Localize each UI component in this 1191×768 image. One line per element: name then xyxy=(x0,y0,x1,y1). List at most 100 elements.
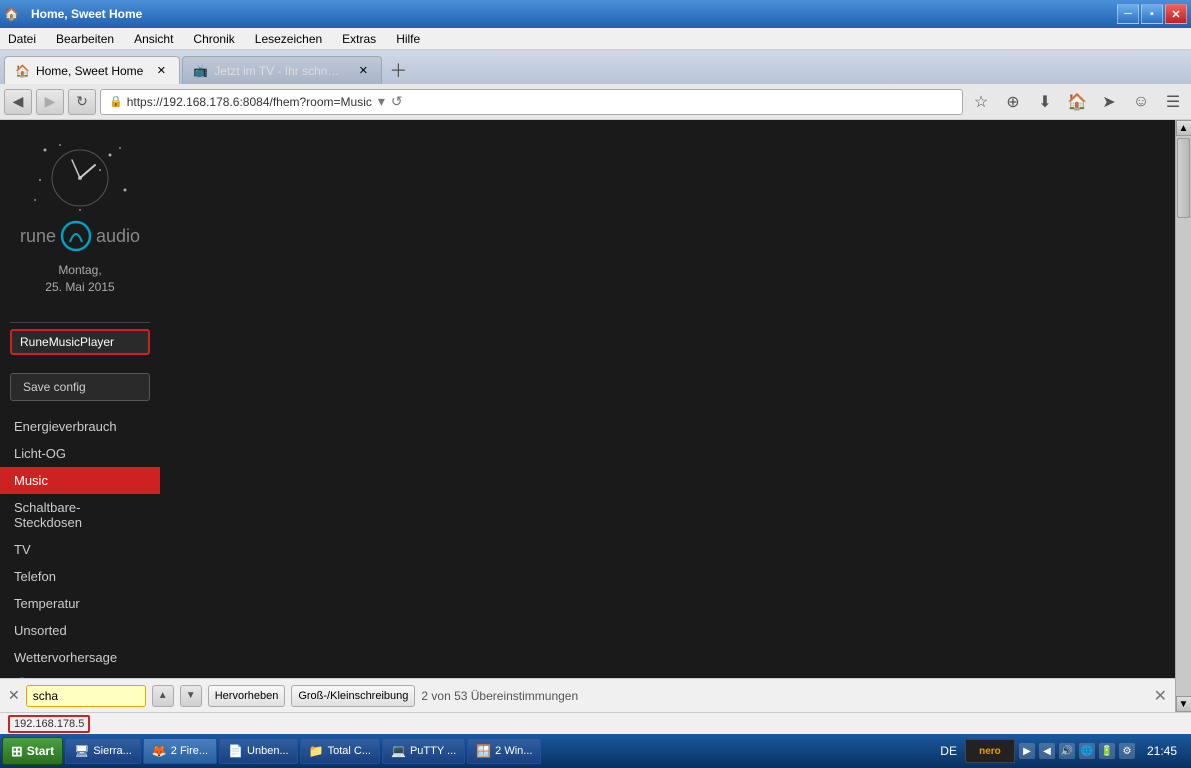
window-title: Home, Sweet Home xyxy=(31,7,142,21)
scroll-down-button[interactable]: ▼ xyxy=(1176,696,1191,712)
taskbar-putty-label: PuTTY ... xyxy=(410,745,456,757)
menu-datei[interactable]: Datei xyxy=(4,30,40,48)
nav-section-1: Energieverbrauch Licht-OG Music Schaltba… xyxy=(0,409,160,703)
nav-energieverbrauch[interactable]: Energieverbrauch xyxy=(0,413,160,440)
menu-chronik[interactable]: Chronik xyxy=(189,30,238,48)
sidebar: rune audio Montag, 25. Mai 2015 xyxy=(0,120,160,712)
tray-icon-6[interactable]: ⚙ xyxy=(1119,743,1135,759)
find-input[interactable] xyxy=(26,685,146,707)
tab-0[interactable]: 🏠 Home, Sweet Home ✕ xyxy=(4,56,180,84)
menu-icon[interactable]: ☰ xyxy=(1159,89,1187,115)
download-icon[interactable]: ⬇ xyxy=(1031,89,1059,115)
taskbar-right: DE nero ▶ ◀ 🔊 🌐 🔋 ⚙ 21:45 xyxy=(936,739,1189,763)
menu-bearbeiten[interactable]: Bearbeiten xyxy=(52,30,118,48)
nav-temperatur[interactable]: Temperatur xyxy=(0,590,160,617)
device-input[interactable] xyxy=(10,329,150,355)
clock-decoration xyxy=(30,140,130,220)
forward-button[interactable]: ▶ xyxy=(36,89,64,115)
device-selector xyxy=(0,322,160,365)
find-bar: ✕ ▲ ▼ Hervorheben Groß-/Kleinschreibung … xyxy=(0,678,1175,712)
rune-audio-logo: rune audio xyxy=(20,220,140,252)
tab-favicon-0: 🏠 xyxy=(15,64,30,78)
taskbar-totalc[interactable]: 📁 Total C... xyxy=(300,738,380,764)
close-button[interactable]: ✕ xyxy=(1165,4,1187,24)
find-prev-button[interactable]: ▲ xyxy=(152,685,174,707)
share-icon[interactable]: ➤ xyxy=(1095,89,1123,115)
scroll-up-button[interactable]: ▲ xyxy=(1176,120,1191,136)
nav-tv[interactable]: TV xyxy=(0,536,160,563)
menu-ansicht[interactable]: Ansicht xyxy=(130,30,177,48)
refresh-button[interactable]: ↻ xyxy=(68,89,96,115)
find-match-count: 2 von 53 Übereinstimmungen xyxy=(421,689,578,703)
scrollbar[interactable]: ▲ ▼ xyxy=(1175,120,1191,712)
taskbar-unben[interactable]: 📄 Unben... xyxy=(219,738,298,764)
find-close-x[interactable]: ✕ xyxy=(1154,686,1167,706)
status-bar: 192.168.178.5 xyxy=(0,712,1191,734)
tray-icon-5[interactable]: 🔋 xyxy=(1099,743,1115,759)
taskbar-unben-label: Unben... xyxy=(247,745,289,757)
taskbar-putty[interactable]: 💻 PuTTY ... xyxy=(382,738,465,764)
find-case-button[interactable]: Groß-/Kleinschreibung xyxy=(291,685,415,707)
date-line1: Montag, xyxy=(45,262,114,279)
url-reload-icon[interactable]: ↺ xyxy=(391,93,403,110)
minimize-button[interactable]: ─ xyxy=(1117,4,1139,24)
taskbar-unben-icon: 📄 xyxy=(228,744,243,758)
menu-lesezeichen[interactable]: Lesezeichen xyxy=(251,30,326,48)
nav-music[interactable]: Music xyxy=(0,467,160,494)
find-hervorheben-button[interactable]: Hervorheben xyxy=(208,685,286,707)
nav-schaltbare-steckdosen[interactable]: Schaltbare-Steckdosen xyxy=(0,494,160,536)
taskbar: ⊞ Start 🖥 Sierra... 🦊 2 Fire... 📄 Unben.… xyxy=(0,734,1191,768)
menu-bar: Datei Bearbeiten Ansicht Chronik Lesezei… xyxy=(0,28,1191,50)
emoji-icon[interactable]: ☺ xyxy=(1127,89,1155,115)
url-icons: ▾ ↺ xyxy=(378,93,403,110)
nav-unsorted[interactable]: Unsorted xyxy=(0,617,160,644)
taskbar-firefox[interactable]: 🦊 2 Fire... xyxy=(143,738,217,764)
tray-icon-2[interactable]: ◀ xyxy=(1039,743,1055,759)
tab-1[interactable]: 📺 Jetzt im TV - Ihr schnelles TV-... ✕ xyxy=(182,56,382,84)
download-page-icon[interactable]: ⊕ xyxy=(999,89,1027,115)
tab-bar: 🏠 Home, Sweet Home ✕ 📺 Jetzt im TV - Ihr… xyxy=(0,50,1191,84)
status-ip: 192.168.178.5 xyxy=(8,715,90,733)
tab-close-0[interactable]: ✕ xyxy=(153,63,169,79)
find-next-button[interactable]: ▼ xyxy=(180,685,202,707)
nav-telefon[interactable]: Telefon xyxy=(0,563,160,590)
maximize-button[interactable]: ▪ xyxy=(1141,4,1163,24)
new-tab-button[interactable]: ＋ xyxy=(384,56,412,84)
audio-text: audio xyxy=(96,226,140,247)
scrollbar-track[interactable] xyxy=(1176,136,1191,696)
window-controls: ─ ▪ ✕ xyxy=(1117,4,1187,24)
bookmark-icon[interactable]: ☆ xyxy=(967,89,995,115)
nav-wettervorhersage[interactable]: Wettervorhersage xyxy=(0,644,160,671)
start-button[interactable]: ⊞ Start xyxy=(2,737,63,765)
language-indicator: DE xyxy=(936,744,961,758)
scrollbar-thumb[interactable] xyxy=(1177,138,1190,218)
taskbar-sierra-label: Sierra... xyxy=(93,745,132,757)
menu-hilfe[interactable]: Hilfe xyxy=(392,30,424,48)
tray-icon-4[interactable]: 🌐 xyxy=(1079,743,1095,759)
taskbar-clock: 21:45 xyxy=(1139,744,1185,758)
taskbar-win[interactable]: 🪟 2 Win... xyxy=(467,738,541,764)
find-close-button[interactable]: ✕ xyxy=(8,687,20,704)
title-bar: 🏠 Home, Sweet Home ─ ▪ ✕ xyxy=(0,0,1191,28)
taskbar-putty-icon: 💻 xyxy=(391,744,406,758)
menu-extras[interactable]: Extras xyxy=(338,30,380,48)
taskbar-totalc-icon: 📁 xyxy=(309,744,324,758)
save-config-button[interactable]: Save config xyxy=(10,373,150,401)
taskbar-sierra[interactable]: 🖥 Sierra... xyxy=(65,738,141,764)
toolbar-right: ☆ ⊕ ⬇ 🏠 ➤ ☺ ☰ xyxy=(967,89,1187,115)
url-dropdown-icon[interactable]: ▾ xyxy=(378,93,385,110)
main-content xyxy=(160,120,1175,712)
nav-licht-og[interactable]: Licht-OG xyxy=(0,440,160,467)
rune-text: rune xyxy=(20,226,56,247)
back-button[interactable]: ◀ xyxy=(4,89,32,115)
url-bar[interactable]: 🔒 https://192.168.178.6:8084/fhem?room=M… xyxy=(100,89,963,115)
start-icon: ⊞ xyxy=(11,743,23,760)
tab-favicon-1: 📺 xyxy=(193,64,208,78)
nero-logo: nero xyxy=(965,739,1015,763)
logo-area: rune audio Montag, 25. Mai 2015 xyxy=(0,120,160,322)
date-display: Montag, 25. Mai 2015 xyxy=(45,262,114,296)
home-icon[interactable]: 🏠 xyxy=(1063,89,1091,115)
tray-icon-3[interactable]: 🔊 xyxy=(1059,743,1075,759)
tray-icon-1[interactable]: ▶ xyxy=(1019,743,1035,759)
tab-close-1[interactable]: ✕ xyxy=(355,63,371,79)
